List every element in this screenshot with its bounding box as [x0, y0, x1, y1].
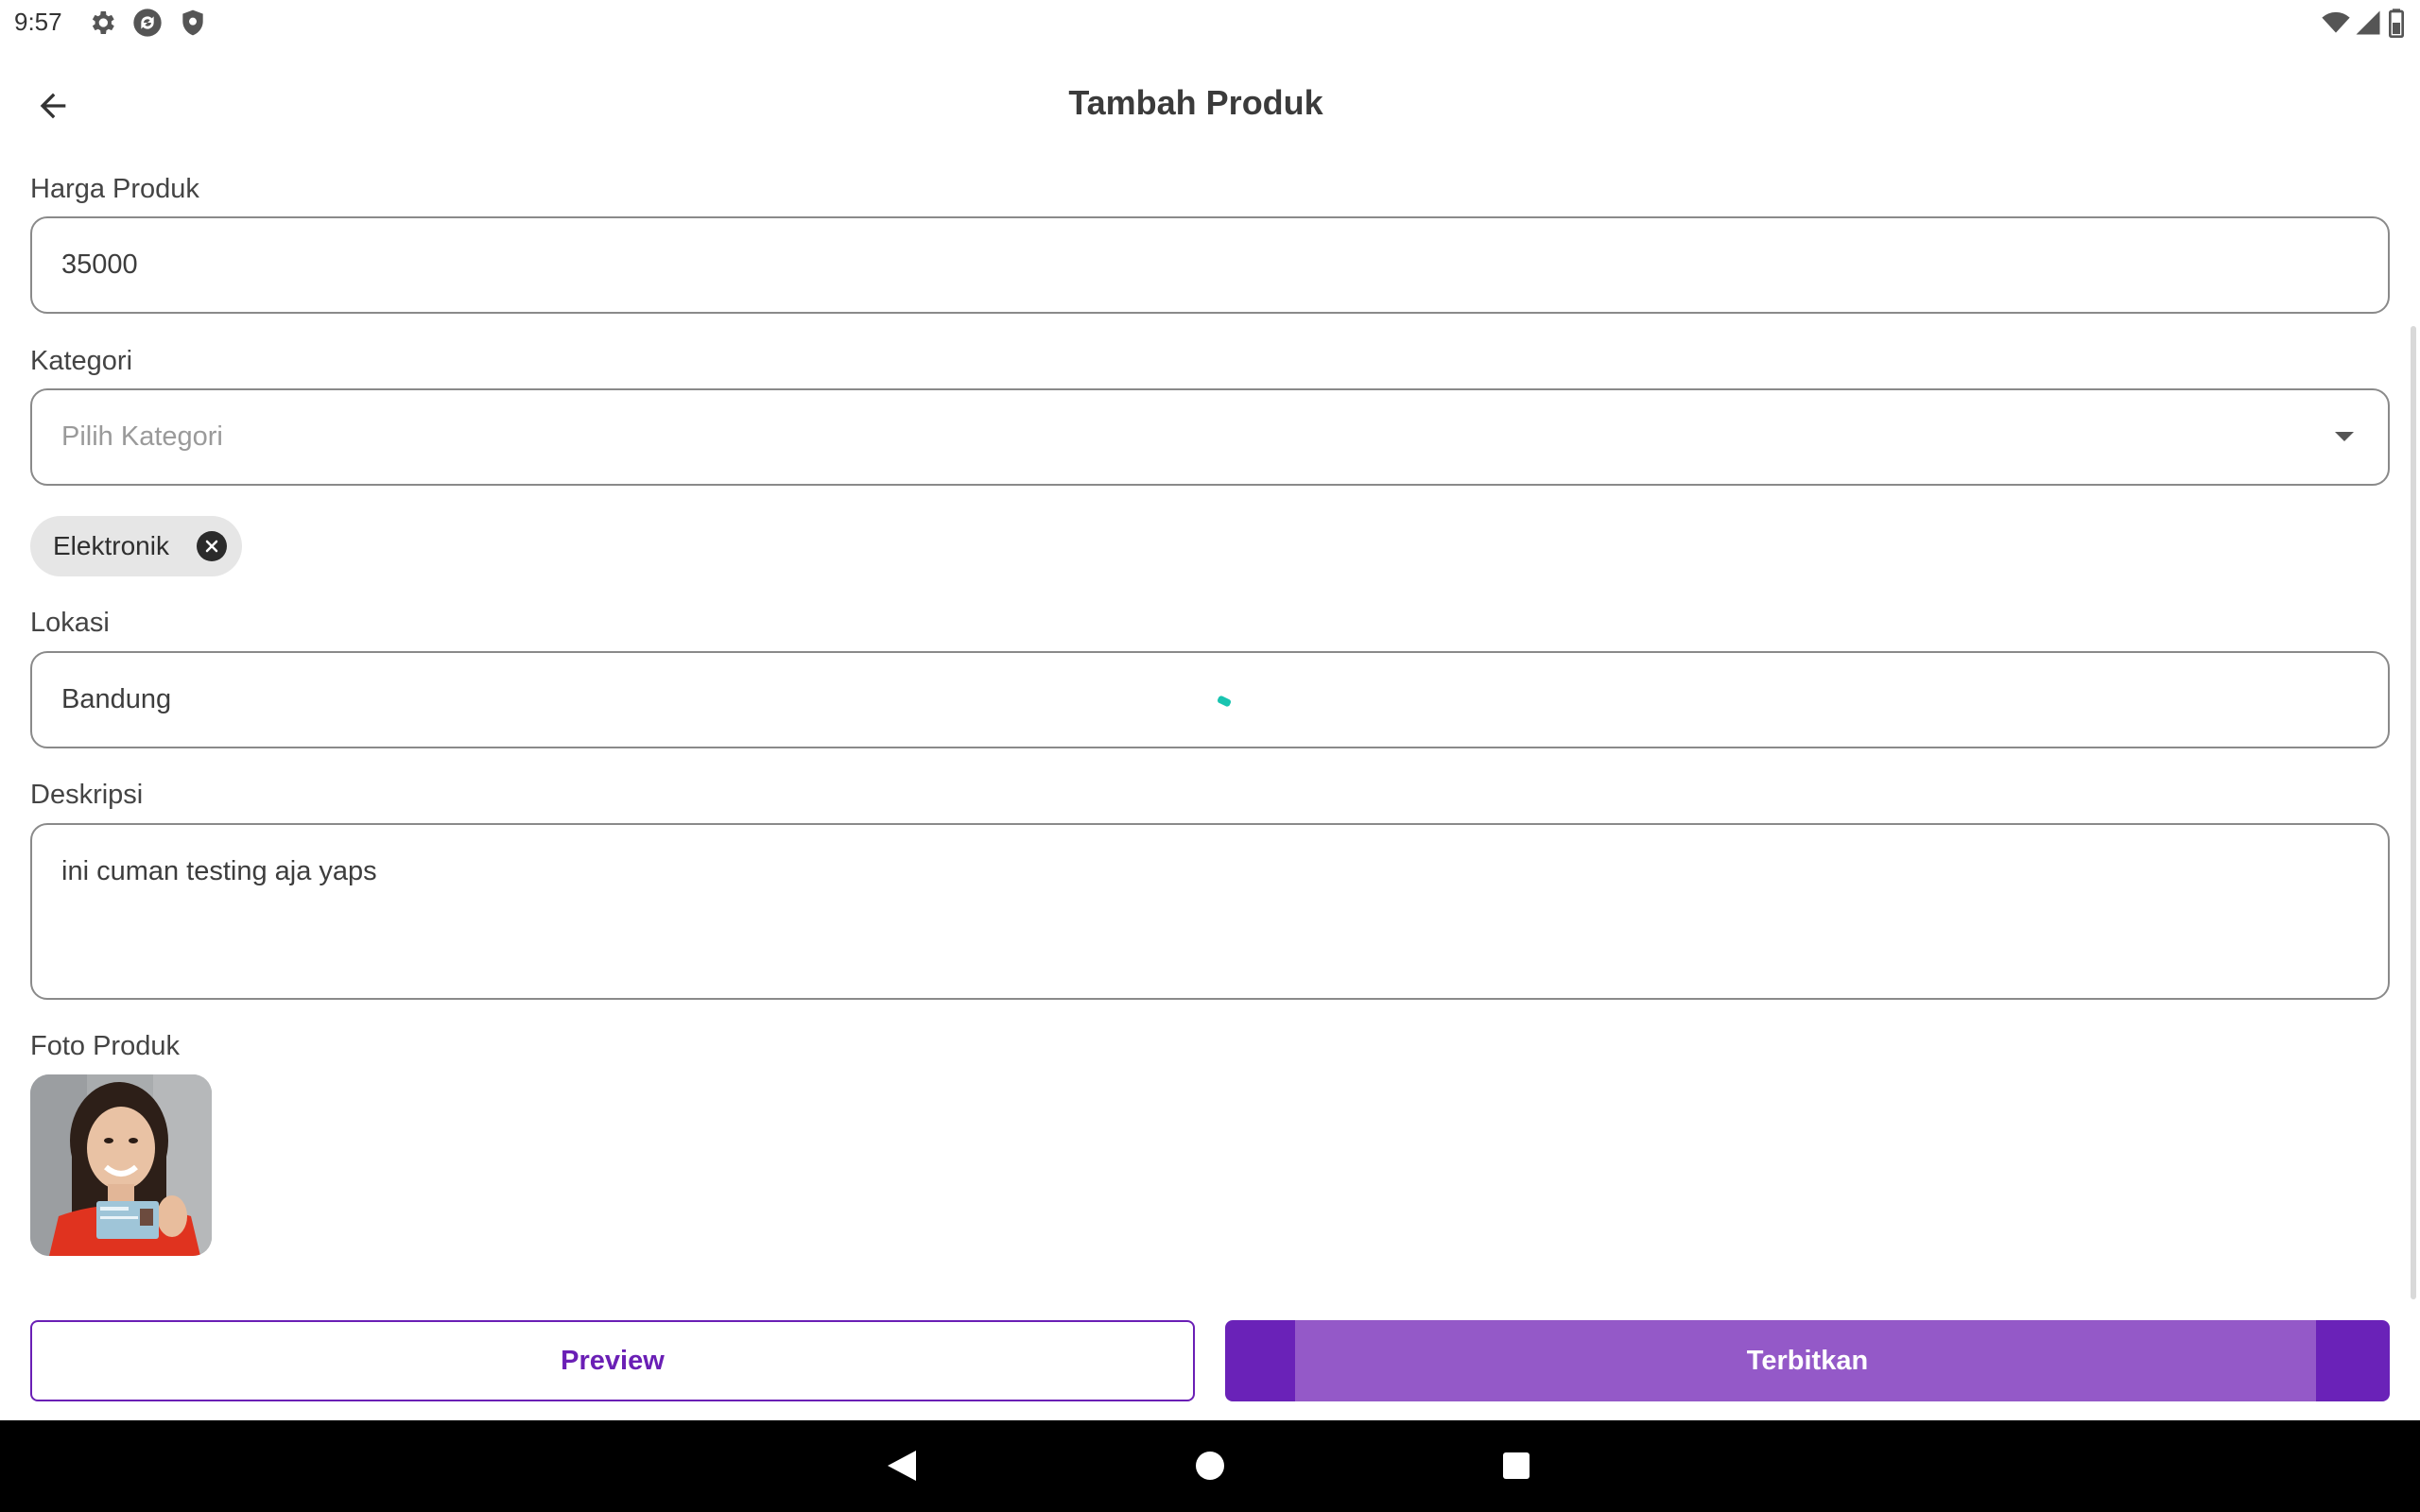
back-triangle-icon[interactable]	[881, 1445, 923, 1486]
publish-label: Terbitkan	[1746, 1345, 1869, 1376]
status-time: 9:57	[14, 8, 62, 36]
scrollbar[interactable]	[2411, 326, 2416, 1299]
price-input[interactable]: 35000	[30, 216, 2390, 314]
description-textarea[interactable]: ini cuman testing aja yaps	[30, 823, 2390, 1000]
page-title: Tambah Produk	[1068, 83, 1323, 122]
product-photo[interactable]	[30, 1074, 212, 1256]
nav-bar	[0, 1420, 2420, 1512]
category-placeholder: Pilih Kategori	[61, 421, 223, 452]
price-label: Harga Produk	[30, 174, 199, 204]
sync-icon	[132, 8, 163, 38]
photo-label: Foto Produk	[30, 1031, 180, 1061]
location-value: Bandung	[61, 684, 172, 714]
description-label: Deskripsi	[30, 780, 144, 810]
preview-button[interactable]: Preview	[30, 1320, 1195, 1401]
category-dropdown[interactable]: Pilih Kategori	[30, 388, 2390, 486]
location-input[interactable]: Bandung	[30, 651, 2390, 748]
wifi-icon	[2320, 8, 2352, 38]
chevron-down-icon	[2335, 432, 2354, 441]
home-circle-icon[interactable]	[1189, 1445, 1231, 1486]
shield-icon	[178, 8, 208, 38]
publish-button[interactable]: Terbitkan	[1225, 1320, 2390, 1401]
app-bar: Tambah Produk	[0, 57, 2420, 151]
gear-icon	[87, 8, 117, 38]
close-icon[interactable]	[197, 531, 227, 561]
category-chip: Elektronik	[30, 516, 242, 576]
recents-square-icon[interactable]	[1495, 1445, 1537, 1486]
battery-icon	[2388, 8, 2405, 38]
price-value: 35000	[61, 249, 138, 280]
status-bar: 9:57	[0, 0, 2420, 47]
location-label: Lokasi	[30, 608, 110, 638]
description-value: ini cuman testing aja yaps	[61, 856, 377, 886]
category-label: Kategori	[30, 346, 133, 376]
signal-icon	[2354, 8, 2382, 38]
chip-label: Elektronik	[53, 531, 169, 560]
